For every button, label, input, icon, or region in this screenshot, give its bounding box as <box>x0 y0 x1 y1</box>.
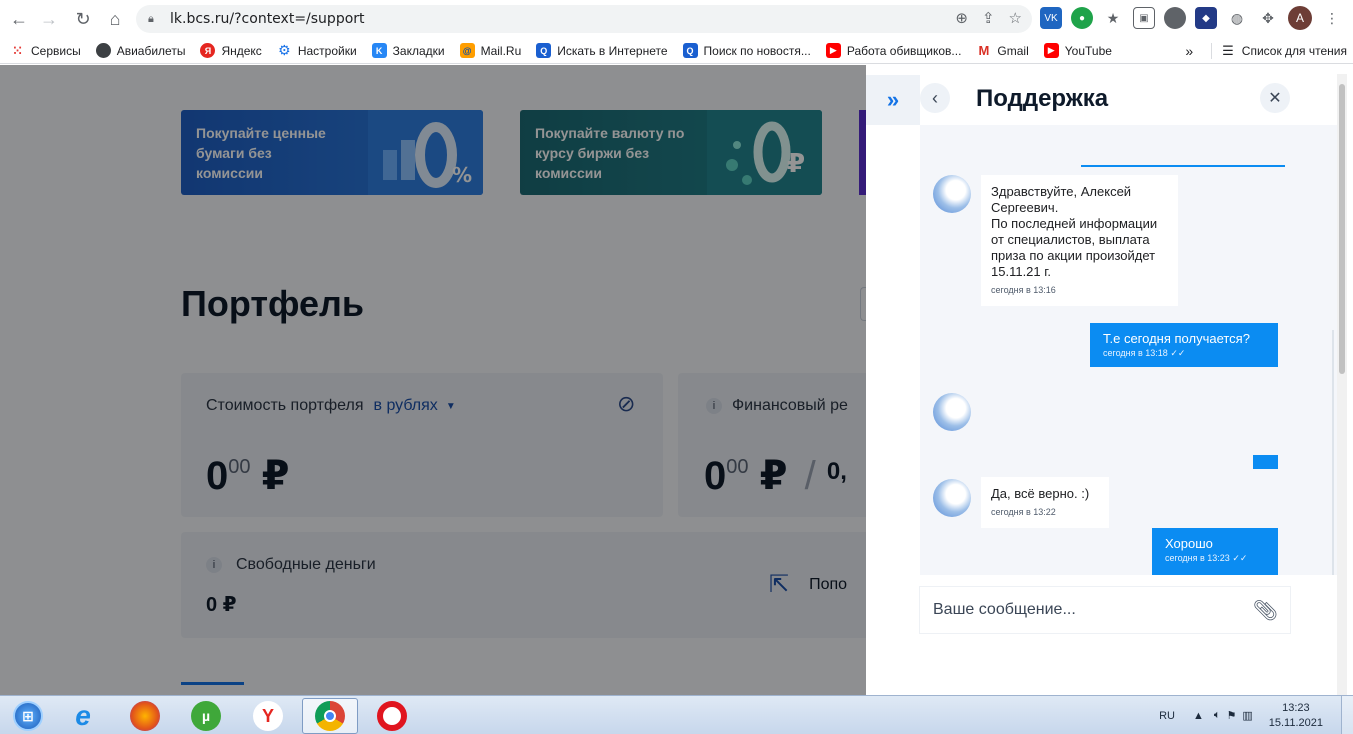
url-text: lk.bcs.ru/?context=/support <box>170 11 365 27</box>
tray-expand-icon[interactable]: ▲ <box>1193 710 1204 722</box>
star-icon[interactable]: ☆ <box>1009 9 1022 27</box>
bookmarks-bar: ⁙ Сервисы Авиабилеты Я Яндекс ⚙ Настройк… <box>0 38 1353 64</box>
internet-explorer-icon: e <box>75 700 91 731</box>
start-button[interactable]: ⊞ <box>0 698 56 734</box>
language-indicator[interactable]: RU <box>1159 710 1175 722</box>
message-incoming: Да, всё верно. :) сегодня в 13:22 <box>981 477 1109 528</box>
reading-list-button[interactable]: Список для чтения <box>1242 44 1347 58</box>
utorrent-icon: µ <box>191 701 221 731</box>
back-button[interactable]: ‹ <box>920 83 950 113</box>
opera-icon <box>377 701 407 731</box>
globe-extension-icon[interactable] <box>1164 7 1186 29</box>
zoom-icon[interactable]: ⊕ <box>955 9 968 27</box>
support-panel: » ‹ Поддержка ✕ Здравствуйте, Алексей Се… <box>866 65 1346 695</box>
back-arrow-icon[interactable]: ← <box>4 4 34 34</box>
lock-icon: 🔒︎ <box>148 13 154 25</box>
double-chevron-right-icon: » <box>886 87 900 112</box>
extensions-puzzle-icon[interactable]: ✥ <box>1257 7 1279 29</box>
bookmark-work[interactable]: ▶ Работа обивщиков... <box>825 43 961 58</box>
gear-icon: ⚙ <box>276 42 292 58</box>
taskbar-firefox[interactable] <box>117 698 173 734</box>
close-icon: ✕ <box>1268 90 1282 107</box>
bookmark-youtube[interactable]: ▶ YouTube <box>1043 43 1112 58</box>
shield-extension-icon[interactable]: ◆ <box>1195 7 1217 29</box>
bookmark-aviatickets[interactable]: Авиабилеты <box>95 43 185 58</box>
overlay-dim[interactable] <box>0 65 866 695</box>
collapse-panel-button[interactable]: » <box>866 75 920 125</box>
chevron-left-icon: ‹ <box>932 87 938 108</box>
more-bookmarks-button[interactable]: » <box>1185 43 1193 59</box>
bookmark-gmail[interactable]: M Gmail <box>976 43 1029 58</box>
chat-history[interactable]: Здравствуйте, Алексей Сергеевич. По посл… <box>920 125 1340 575</box>
yandex-browser-icon: Y <box>253 701 283 731</box>
browser-toolbar: ← → ↻ ⌂ 🔒︎ lk.bcs.ru/?context=/support ⊕… <box>0 0 1353 38</box>
portfolio-page: Покупайте ценные бумаги без комиссии % П… <box>0 65 866 695</box>
apps-grid-icon: ⁙ <box>10 43 25 58</box>
paperclip-icon[interactable]: 📎︎ <box>1253 598 1278 623</box>
vk-icon: K <box>371 43 387 58</box>
taskbar-opera[interactable] <box>364 698 420 734</box>
taskbar-yandex-browser[interactable]: Y <box>240 698 296 734</box>
taskbar-utorrent[interactable]: µ <box>178 698 234 734</box>
search-q-icon: Q <box>536 43 552 58</box>
star-extension-icon[interactable]: ★ <box>1102 7 1124 29</box>
bookmark-settings[interactable]: ⚙ Настройки <box>276 42 357 58</box>
page-scrollbar[interactable] <box>1337 74 1347 695</box>
yandex-icon: Я <box>200 43 216 58</box>
windows-logo-icon: ⊞ <box>13 701 43 731</box>
bot-avatar <box>933 393 971 431</box>
reading-list-icon: ☰ <box>1222 43 1234 58</box>
scrollbar-thumb[interactable] <box>1339 84 1345 374</box>
firefox-icon <box>130 701 160 731</box>
flag-icon[interactable]: ⚑ <box>1226 709 1236 722</box>
chrome-icon <box>315 701 345 731</box>
message-outgoing: Т.е сегодня получается? сегодня в 13:18 … <box>1090 323 1278 367</box>
bot-avatar <box>933 175 971 213</box>
globe-icon <box>95 43 111 58</box>
share-icon[interactable]: ⇪ <box>982 9 995 27</box>
divider <box>1211 43 1213 59</box>
system-tray: RU ▲ 🔈︎ ⚑ ▥ 13:23 15.11.2021 <box>1159 696 1353 734</box>
youtube-icon: ▶ <box>825 43 841 58</box>
taskbar-chrome[interactable] <box>302 698 358 734</box>
bot-avatar <box>933 479 971 517</box>
vk-extension-icon[interactable]: VK <box>1040 7 1062 29</box>
bookmark-yandex[interactable]: Я Яндекс <box>200 43 262 58</box>
double-check-icon: ✓✓ <box>1232 553 1248 563</box>
bookmark-mailru[interactable]: @ Mail.Ru <box>459 43 521 58</box>
bookmark-search[interactable]: Q Искать в Интернете <box>536 43 668 58</box>
puzzle-box-icon[interactable]: ▣ <box>1133 7 1155 29</box>
bookmark-news-search[interactable]: Q Поиск по новостя... <box>682 43 811 58</box>
message-incoming: Здравствуйте, Алексей Сергеевич. По посл… <box>981 175 1178 306</box>
message-edge-stub <box>1081 165 1285 167</box>
search-q-icon: Q <box>682 43 698 58</box>
home-icon[interactable]: ⌂ <box>100 4 130 34</box>
message-edge-stub <box>1253 455 1278 469</box>
taskbar-ie[interactable]: e <box>55 698 111 734</box>
message-input[interactable]: Ваше сообщение... 📎︎ <box>920 587 1290 633</box>
menu-dots-icon[interactable]: ⋮ <box>1321 7 1343 29</box>
mailru-icon: @ <box>459 43 475 58</box>
bookmark-services[interactable]: ⁙ Сервисы <box>10 43 81 58</box>
network-icon[interactable]: ▥ <box>1242 709 1252 722</box>
gmail-icon: M <box>976 43 992 58</box>
vpn-globe-icon[interactable]: ◍ <box>1226 7 1248 29</box>
youtube-icon: ▶ <box>1043 43 1059 58</box>
support-title: Поддержка <box>976 85 1109 112</box>
profile-avatar[interactable]: А <box>1288 6 1312 30</box>
volume-icon[interactable]: 🔈︎ <box>1214 709 1221 722</box>
address-bar[interactable]: 🔒︎ lk.bcs.ru/?context=/support ⊕ ⇪ ☆ <box>136 5 1032 33</box>
forward-arrow-icon[interactable]: → <box>34 4 64 34</box>
close-button[interactable]: ✕ <box>1260 83 1290 113</box>
show-desktop-button[interactable] <box>1341 696 1353 734</box>
reload-icon[interactable]: ↻ <box>68 4 98 34</box>
bookmark-vk[interactable]: K Закладки <box>371 43 445 58</box>
windows-taskbar: ⊞ e µ Y RU ▲ 🔈︎ ⚑ ▥ 13:23 15.11.2021 <box>0 695 1353 734</box>
chat-extension-icon[interactable]: ● <box>1071 7 1093 29</box>
clock[interactable]: 13:23 15.11.2021 <box>1269 701 1323 731</box>
double-check-icon: ✓✓ <box>1170 348 1186 358</box>
chat-scrollbar[interactable] <box>1332 330 1334 575</box>
message-outgoing: Хорошо сегодня в 13:23 ✓✓ <box>1152 528 1278 575</box>
